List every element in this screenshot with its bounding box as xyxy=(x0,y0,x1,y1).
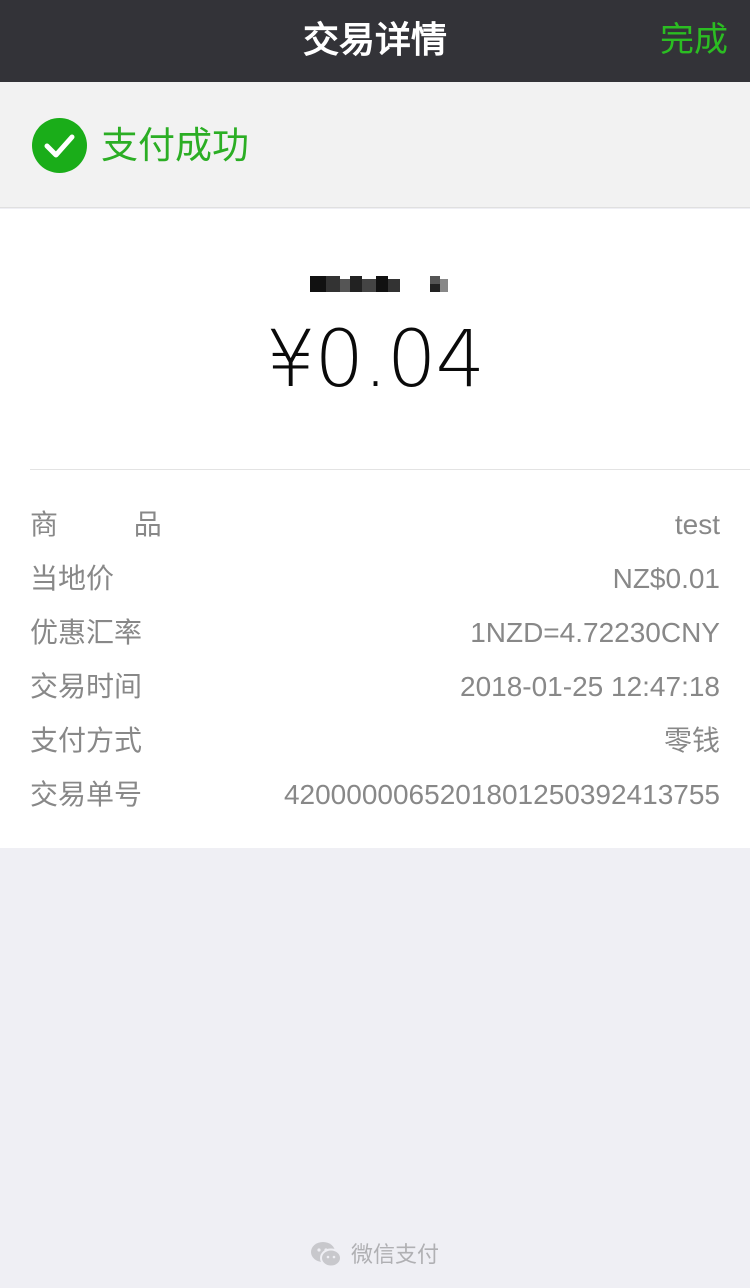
detail-value: 零钱 xyxy=(663,725,720,756)
divider xyxy=(30,469,750,470)
detail-value: NZ$0.01 xyxy=(612,563,720,594)
done-button[interactable]: 完成 xyxy=(660,0,728,82)
detail-row-transaction-time: 交易时间 2018-01-25 12:47:18 xyxy=(30,667,720,707)
merchant-name-redacted xyxy=(310,276,448,292)
detail-label: 当地价 xyxy=(30,563,115,594)
detail-value: test xyxy=(674,509,720,540)
check-circle-icon xyxy=(32,118,87,173)
detail-value: 1NZD=4.72230CNY xyxy=(470,617,720,648)
detail-value: 2018-01-25 12:47:18 xyxy=(460,671,720,702)
detail-label: 优惠汇率 xyxy=(30,617,143,648)
detail-row-transaction-id: 交易单号 4200000065201801250392413755 xyxy=(30,775,720,815)
detail-label: 商 品 xyxy=(30,509,196,540)
detail-label: 交易单号 xyxy=(30,779,143,810)
page-title: 交易详情 xyxy=(302,19,447,60)
navigation-bar: 交易详情 完成 xyxy=(0,0,750,82)
detail-row-local-price: 当地价 NZ$0.01 xyxy=(30,559,720,599)
detail-label: 支付方式 xyxy=(30,725,143,756)
footer-brand-text: 微信支付 xyxy=(351,1242,440,1267)
detail-row-payment-method: 支付方式 零钱 xyxy=(30,721,720,761)
detail-label: 交易时间 xyxy=(30,671,143,702)
payment-status-text: 支付成功 xyxy=(101,125,249,166)
detail-row-exchange-rate: 优惠汇率 1NZD=4.72230CNY xyxy=(30,613,720,653)
detail-value[interactable]: 4200000065201801250392413755 xyxy=(284,775,720,815)
wechat-logo-icon xyxy=(311,1242,342,1268)
detail-row-product: 商 品 test xyxy=(30,505,720,545)
payment-amount: ¥0.04 xyxy=(265,315,485,405)
